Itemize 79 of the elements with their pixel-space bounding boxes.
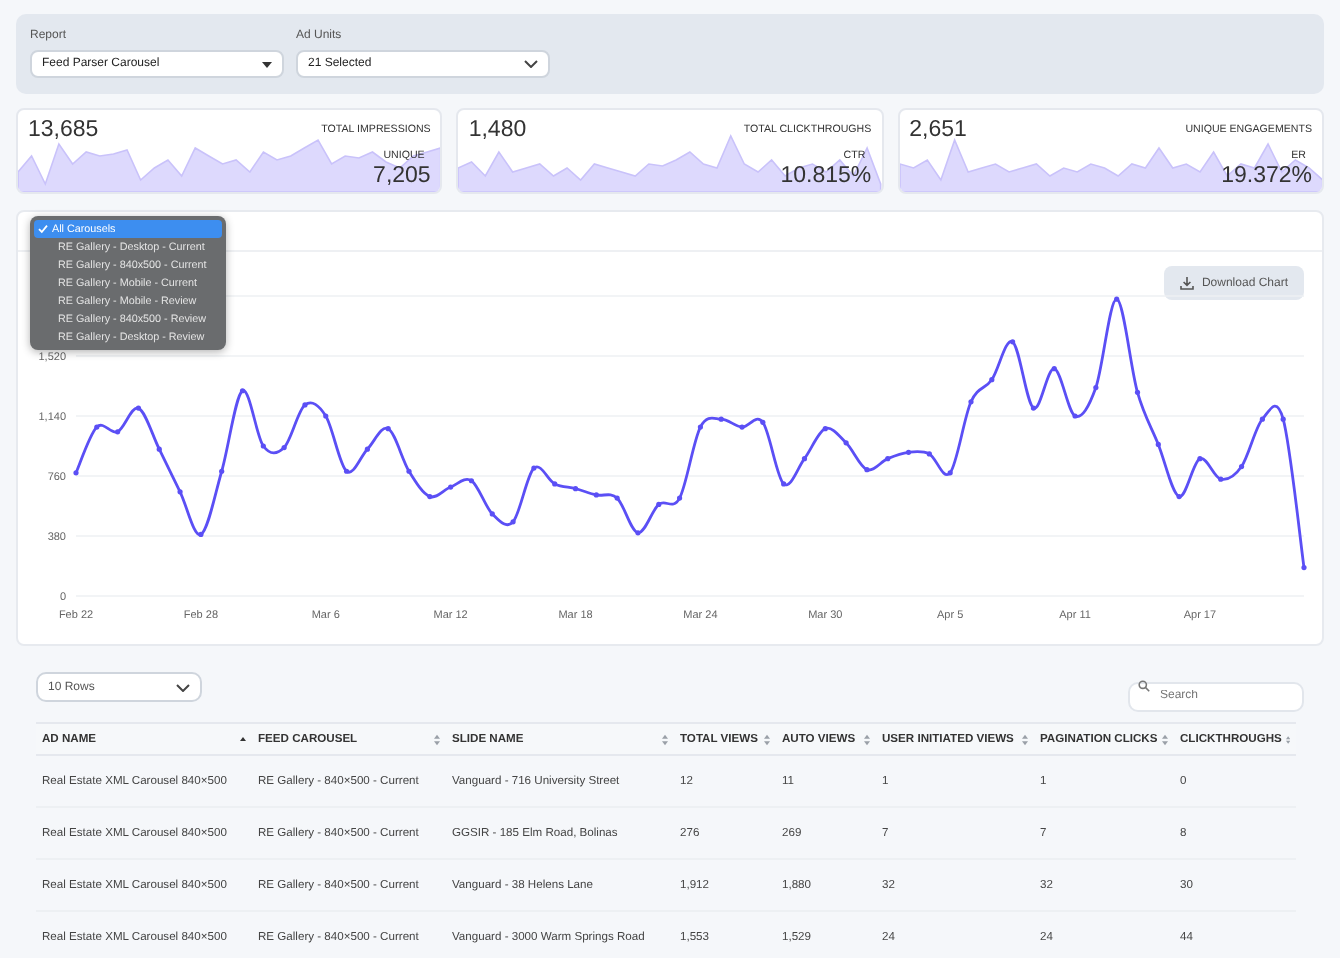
- sort-icon: [434, 733, 440, 745]
- sort-icon: [864, 733, 870, 745]
- data-point: [677, 495, 683, 501]
- data-point: [281, 445, 287, 451]
- data-point: [1155, 441, 1161, 447]
- stat-total: 1,480: [468, 118, 527, 142]
- data-point: [115, 429, 121, 435]
- data-point: [697, 424, 703, 430]
- data-point: [364, 446, 370, 452]
- data-point: [73, 470, 79, 476]
- data-point: [94, 424, 100, 430]
- stat-rate: 10.815%: [780, 164, 872, 188]
- data-point: [905, 449, 912, 455]
- data-point: [801, 456, 808, 462]
- data-point: [1259, 416, 1265, 422]
- data-point: [885, 456, 891, 462]
- sort-icon: [662, 733, 668, 745]
- data-point: [989, 377, 995, 383]
- sort-icon: [1162, 733, 1168, 745]
- data-point: [1114, 296, 1120, 302]
- data-point: [489, 511, 495, 517]
- data-point: [1197, 456, 1203, 462]
- data-point: [406, 468, 412, 474]
- data-point: [1134, 389, 1141, 395]
- data-point: [1301, 565, 1307, 571]
- stat-rate: 7,205: [373, 164, 431, 188]
- data-point: [614, 495, 620, 501]
- data-point: [1218, 476, 1224, 482]
- checkmark-icon: [38, 224, 48, 234]
- stat-total: 2,651: [909, 118, 967, 142]
- chevron-icon: [524, 60, 538, 68]
- sort-icon: [764, 733, 770, 745]
- data-point: [843, 440, 849, 446]
- data-point: [302, 402, 308, 408]
- sort-icon: [1022, 733, 1028, 745]
- data-point: [1093, 385, 1099, 391]
- data-point: [448, 484, 454, 490]
- data-point: [239, 388, 246, 394]
- data-point: [718, 416, 724, 422]
- data-point: [219, 468, 225, 474]
- data-point: [822, 426, 828, 432]
- data-point: [344, 468, 350, 474]
- data-point: [968, 399, 974, 405]
- data-point: [1030, 405, 1036, 411]
- chevron-icon: [176, 683, 190, 691]
- data-point: [864, 467, 870, 473]
- data-point: [1051, 366, 1057, 372]
- data-point: [468, 478, 475, 484]
- data-point: [552, 481, 558, 487]
- data-point: [323, 413, 329, 419]
- data-point: [760, 419, 766, 425]
- data-point: [177, 489, 183, 495]
- data-point: [531, 465, 537, 471]
- data-point: [1176, 493, 1182, 500]
- data-point: [156, 446, 162, 452]
- data-point: [198, 531, 204, 537]
- stat-total: 13,685: [28, 118, 99, 142]
- stat-rate: 19.372%: [1221, 164, 1312, 188]
- caret-icon: [262, 61, 272, 67]
- data-point: [1238, 463, 1245, 470]
- data-point: [947, 470, 953, 476]
- data-point: [260, 443, 266, 449]
- data-point: [926, 451, 932, 457]
- data-point: [1072, 413, 1078, 419]
- data-point: [427, 493, 433, 500]
- sort-ascending-icon: [240, 736, 246, 742]
- data-point: [135, 405, 142, 411]
- data-point: [385, 426, 391, 432]
- data-point: [739, 424, 745, 430]
- data-point: [1010, 339, 1016, 345]
- data-point: [572, 486, 579, 492]
- data-point: [781, 481, 787, 487]
- data-point: [593, 492, 599, 498]
- data-point: [635, 530, 641, 536]
- data-point: [510, 519, 516, 525]
- search-icon: [1138, 680, 1150, 692]
- download-icon: [1179, 276, 1194, 290]
- data-point: [1280, 416, 1286, 422]
- data-point: [656, 501, 662, 507]
